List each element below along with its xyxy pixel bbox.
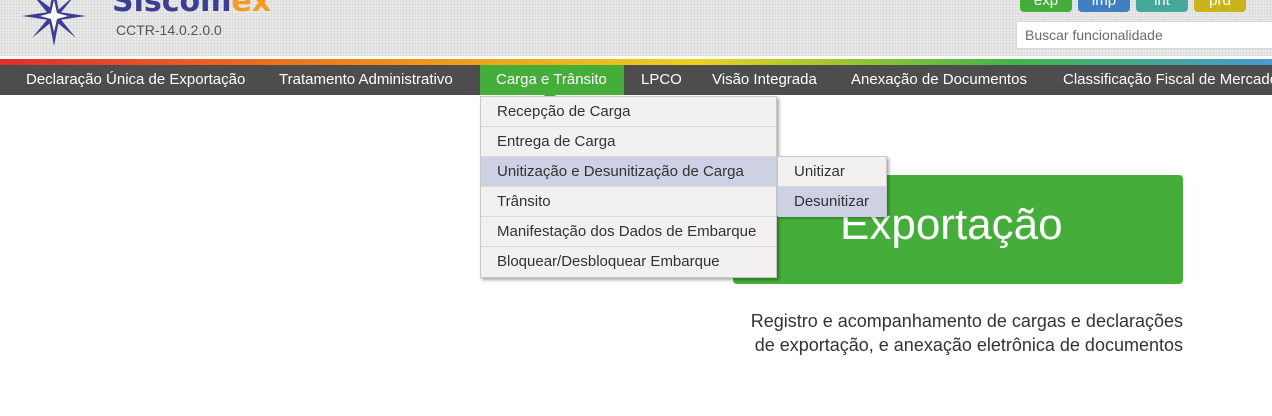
description-line-1: Registro e acompanhamento de cargas e de… [750,311,1183,331]
env-imp-button[interactable]: imp [1078,0,1130,12]
logo-text-part1: Siscom [112,0,232,19]
description-line-2: de exportação, e anexação eletrônica de … [754,335,1183,355]
version-label: CCTR-14.0.2.0.0 [116,22,222,38]
menu-item-unitizacao-desunitizacao[interactable]: Unitização e Desunitização de Carga [481,157,776,187]
nav-visao-integrada[interactable]: Visão Integrada [712,65,817,95]
env-prd-button[interactable]: prd [1194,0,1246,12]
env-int-button[interactable]: int [1136,0,1188,12]
search-input[interactable]: Buscar funcionalidade [1016,21,1272,49]
nav-classificacao-fiscal[interactable]: Classificação Fiscal de Mercado [1063,65,1272,95]
nav-declaracao-unica[interactable]: Declaração Única de Exportação [26,65,245,95]
carga-transito-dropdown: Recepção de Carga Entrega de Carga Uniti… [480,96,777,278]
page: Siscomex CCTR-14.0.2.0.0 exp imp int prd… [0,0,1272,416]
unitizacao-submenu: Unitizar Desunitizar [777,156,887,217]
logo-text-part2: ex [231,0,272,19]
menu-item-recepcao-carga[interactable]: Recepção de Carga [481,97,776,127]
submenu-item-unitizar[interactable]: Unitizar [778,157,886,187]
logo-text[interactable]: Siscomex [112,0,271,19]
header: Siscomex CCTR-14.0.2.0.0 exp imp int prd… [0,0,1272,56]
submenu-item-desunitizar[interactable]: Desunitizar [778,187,886,217]
menu-item-manifestacao-embarque[interactable]: Manifestação dos Dados de Embarque [481,217,776,247]
nav-lpco[interactable]: LPCO [641,65,682,95]
menu-item-transito[interactable]: Trânsito [481,187,776,217]
main-nav: Declaração Única de Exportação Tratament… [0,65,1272,95]
nav-carga-transito[interactable]: Carga e Trânsito [480,65,624,95]
menu-item-bloquear-embarque[interactable]: Bloquear/Desbloquear Embarque [481,247,776,277]
menu-item-entrega-carga[interactable]: Entrega de Carga [481,127,776,157]
nav-anexacao-documentos[interactable]: Anexação de Documentos [851,65,1027,95]
compass-star-icon [22,0,86,46]
env-exp-button[interactable]: exp [1020,0,1072,12]
nav-tratamento-administrativo[interactable]: Tratamento Administrativo [279,65,453,95]
description-text: Registro e acompanhamento de cargas e de… [733,309,1183,357]
